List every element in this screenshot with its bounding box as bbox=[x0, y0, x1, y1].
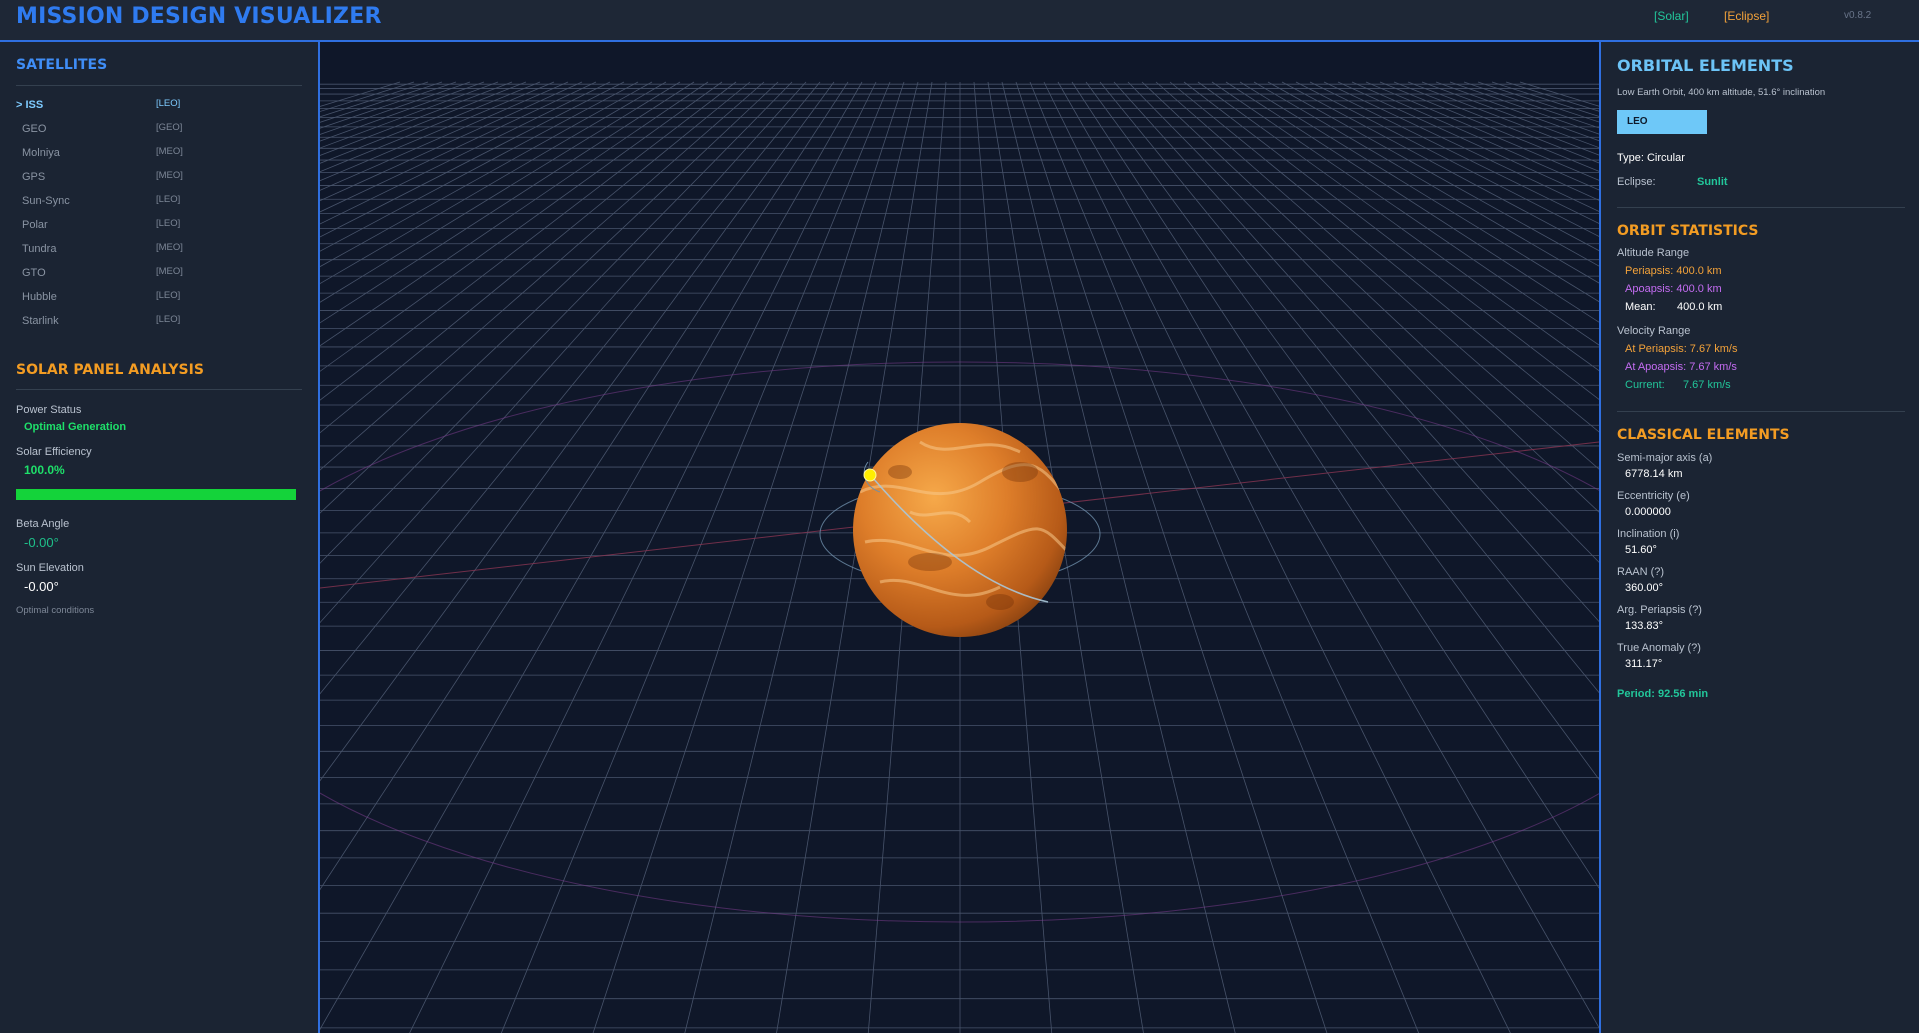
power-status-value: Optimal Generation bbox=[24, 421, 127, 433]
satellite-orbit-tag: [LEO] bbox=[156, 218, 181, 229]
satellite-item-sun-sync[interactable]: Sun-Sync [LEO] bbox=[0, 190, 318, 214]
classical-element-value: 51.60° bbox=[1625, 544, 1657, 556]
eclipse-label: Eclipse: bbox=[1617, 176, 1656, 188]
divider bbox=[16, 85, 302, 86]
classical-elements-title: CLASSICAL ELEMENTS bbox=[1617, 427, 1790, 443]
sun-elevation-label: Sun Elevation bbox=[16, 562, 84, 574]
satellite-item-molniya[interactable]: Molniya [MEO] bbox=[0, 142, 318, 166]
mean-altitude-label: Mean: bbox=[1625, 301, 1656, 313]
current-velocity-label: Current: bbox=[1625, 379, 1665, 391]
classical-element-label: Eccentricity (e) bbox=[1617, 490, 1690, 502]
solar-toggle-button[interactable]: [Solar] bbox=[1654, 9, 1689, 23]
satellite-item-starlink[interactable]: Starlink [LEO] bbox=[0, 310, 318, 334]
classical-element-label: RAAN (?) bbox=[1617, 566, 1665, 578]
satellite-name: GTO bbox=[22, 267, 46, 279]
satellite-name: Molniya bbox=[22, 147, 60, 159]
periapsis-altitude: Periapsis: 400.0 km bbox=[1625, 265, 1722, 277]
orbit-statistics-title: ORBIT STATISTICS bbox=[1617, 223, 1759, 239]
satellite-list: > ISS [LEO] GEO [GEO] Molniya [MEO] GPS [MEO] Su… bbox=[0, 94, 318, 334]
solar-efficiency-value: 100.0% bbox=[24, 463, 65, 477]
satellite-orbit-tag: [MEO] bbox=[156, 266, 183, 277]
satellite-orbit-tag: [LEO] bbox=[156, 290, 181, 301]
satellite-item-gto[interactable]: GTO [MEO] bbox=[0, 262, 318, 286]
classical-element-value: 0.000000 bbox=[1625, 506, 1671, 518]
classical-element-value: 6778.14 km bbox=[1625, 468, 1683, 480]
satellite-orbit-tag: [LEO] bbox=[156, 314, 181, 325]
satellite-name: Sun-Sync bbox=[22, 195, 70, 207]
orbital-elements-title: ORBITAL ELEMENTS bbox=[1617, 56, 1794, 75]
satellite-item-iss[interactable]: > ISS [LEO] bbox=[0, 94, 318, 118]
satellite-name: GPS bbox=[22, 171, 46, 183]
satellite-orbit-tag: [MEO] bbox=[156, 146, 183, 157]
orbit-description: Low Earth Orbit, 400 km altitude, 51.6° … bbox=[1617, 87, 1826, 98]
solar-efficiency-fill bbox=[16, 489, 296, 500]
satellite-name: > ISS bbox=[16, 99, 44, 111]
divider bbox=[16, 389, 302, 390]
classical-element-value: 311.17° bbox=[1625, 658, 1663, 670]
classical-element-label: Semi-major axis (a) bbox=[1617, 452, 1713, 464]
divider bbox=[1617, 411, 1905, 412]
satellite-orbit-tag: [LEO] bbox=[156, 194, 181, 205]
satellite-name: Polar bbox=[22, 219, 48, 231]
orbit-type-badge[interactable]: LEO bbox=[1617, 110, 1707, 134]
current-velocity-value: 7.67 km/s bbox=[1683, 379, 1731, 391]
satellite-name: Tundra bbox=[22, 243, 57, 255]
classical-element-value: 133.83° bbox=[1625, 620, 1664, 632]
beta-angle-label: Beta Angle bbox=[16, 518, 70, 530]
orbit-3d-viewport[interactable] bbox=[320, 42, 1599, 1033]
left-panel: SATELLITES > ISS [LEO] GEO [GEO] Molniya [MEO… bbox=[0, 42, 320, 1033]
satellite-item-gps[interactable]: GPS [MEO] bbox=[0, 166, 318, 190]
satellite-orbit-tag: [LEO] bbox=[156, 98, 181, 109]
apoapsis-altitude: Apoapsis: 400.0 km bbox=[1625, 283, 1722, 295]
classical-element-label: Arg. Periapsis (?) bbox=[1617, 604, 1702, 616]
eclipse-toggle-button[interactable]: [Eclipse] bbox=[1724, 9, 1769, 23]
satellite-name: GEO bbox=[22, 123, 47, 135]
power-status-label: Power Status bbox=[16, 404, 82, 416]
conditions-note: Optimal conditions bbox=[16, 605, 95, 616]
solar-panel-title: SOLAR PANEL ANALYSIS bbox=[16, 362, 204, 378]
satellite-orbit-tag: [MEO] bbox=[156, 170, 183, 181]
app-title: MISSION DESIGN VISUALIZER bbox=[16, 4, 382, 29]
solar-efficiency-bar bbox=[16, 489, 296, 500]
velocity-range-label: Velocity Range bbox=[1617, 325, 1691, 337]
satellite-name: Hubble bbox=[22, 291, 57, 303]
satellite-orbit-tag: [GEO] bbox=[156, 122, 183, 133]
altitude-range-label: Altitude Range bbox=[1617, 247, 1690, 259]
satellite-item-polar[interactable]: Polar [LEO] bbox=[0, 214, 318, 238]
satellite-marker[interactable] bbox=[863, 468, 877, 482]
velocity-at-apoapsis: At Apoapsis: 7.67 km/s bbox=[1625, 361, 1737, 373]
classical-element-label: Inclination (i) bbox=[1617, 528, 1680, 540]
orbital-period: Period: 92.56 min bbox=[1617, 688, 1709, 700]
sun-elevation-value: -0.00° bbox=[24, 579, 59, 594]
planet bbox=[853, 423, 1067, 637]
velocity-at-periapsis: At Periapsis: 7.67 km/s bbox=[1625, 343, 1738, 355]
version-label: v0.8.2 bbox=[1844, 10, 1872, 21]
classical-element-label: True Anomaly (?) bbox=[1617, 642, 1701, 654]
satellite-name: Starlink bbox=[22, 315, 59, 327]
scene-canvas[interactable] bbox=[320, 42, 1599, 1033]
mean-altitude-value: 400.0 km bbox=[1677, 301, 1723, 313]
satellite-orbit-tag: [MEO] bbox=[156, 242, 183, 253]
orbit-type-text: Type: Circular bbox=[1617, 152, 1685, 164]
beta-angle-value: -0.00° bbox=[24, 535, 59, 550]
satellite-item-tundra[interactable]: Tundra [MEO] bbox=[0, 238, 318, 262]
satellites-title: SATELLITES bbox=[16, 57, 108, 73]
solar-efficiency-label: Solar Efficiency bbox=[16, 446, 92, 458]
classical-element-value: 360.00° bbox=[1625, 582, 1664, 594]
satellite-item-hubble[interactable]: Hubble [LEO] bbox=[0, 286, 318, 310]
app-header: MISSION DESIGN VISUALIZER [Solar] [Eclip… bbox=[0, 0, 1919, 42]
satellite-item-geo[interactable]: GEO [GEO] bbox=[0, 118, 318, 142]
divider bbox=[1617, 207, 1905, 208]
right-panel: ORBITAL ELEMENTS Low Earth Orbit, 400 km… bbox=[1599, 42, 1919, 1033]
eclipse-status-value: Sunlit bbox=[1697, 176, 1728, 188]
